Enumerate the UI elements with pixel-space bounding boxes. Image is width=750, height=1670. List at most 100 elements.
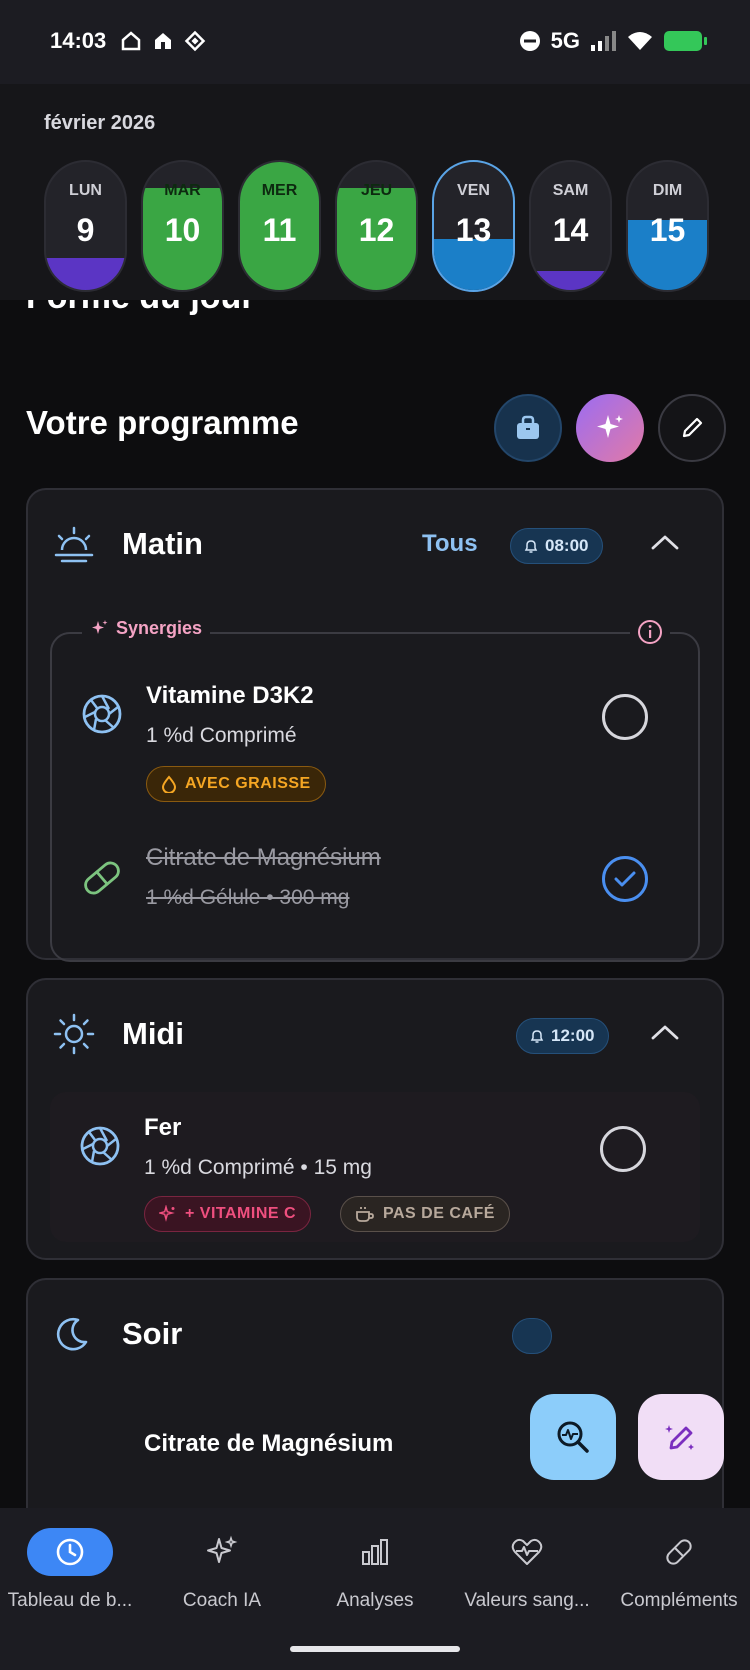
noon-time: 12:00 (551, 1026, 595, 1045)
noon-card: Midi 12:00 Fer 1 %d Comprimé • 15 mg + V… (26, 978, 724, 1260)
nav-icon-wrap (636, 1528, 722, 1576)
diamond-icon (184, 30, 206, 52)
nav-label: Analyses (336, 1590, 414, 1611)
supplement-name: Vitamine D3K2 (146, 682, 314, 709)
ai-suggest-button[interactable] (576, 394, 644, 462)
drop-icon (161, 775, 177, 793)
clock-icon (56, 1538, 84, 1566)
info-button[interactable] (630, 618, 670, 651)
nav-label: Valeurs sang... (464, 1590, 590, 1611)
sparkle-small-icon (159, 1205, 175, 1222)
day-pill-jeu[interactable]: JEU 12 (335, 160, 418, 292)
day-pill-ven[interactable]: VEN 13 (432, 160, 515, 292)
morning-title: Matin (122, 526, 203, 561)
status-system-icons: 5G (519, 28, 707, 54)
home-icon (121, 31, 141, 51)
supplement-name: Citrate de Magnésium (146, 844, 381, 871)
synergy-group: Synergies Vitamine D3K2 1 %d Comprimé AV… (50, 618, 702, 962)
day-label: MER (261, 182, 298, 199)
supplement-dose: 1 %d Gélule • 300 mg (146, 886, 350, 909)
heart-pulse-icon (511, 1538, 543, 1565)
home-indicator[interactable] (290, 1646, 460, 1652)
supplement-row: Fer 1 %d Comprimé • 15 mg + VITAMINE C P… (50, 1114, 700, 1244)
take-checkbox[interactable] (602, 694, 648, 740)
morning-card: Matin Tous 08:00 Synergies Vitamine D3K2… (26, 488, 724, 962)
bar-chart-icon (362, 1539, 388, 1565)
day-progress-fill (46, 258, 125, 290)
analysis-search-fab[interactable] (530, 1394, 616, 1480)
ai-write-fab[interactable] (638, 1394, 724, 1480)
nav-dashboard[interactable]: Tableau de b... (0, 1528, 145, 1612)
daily-form-title: Forme du jour (26, 300, 255, 317)
edit-program-button[interactable] (658, 394, 726, 462)
shop-button[interactable] (494, 394, 562, 462)
day-pill-mar[interactable]: MAR 10 (141, 160, 224, 292)
nav-icon-wrap (484, 1528, 570, 1576)
signal-icon (591, 31, 616, 51)
program-title: Votre programme (26, 404, 299, 441)
week-day-selector: LUN 9 MAR 10 MER 11 JEU 12 VEN 13 SAM 14 DIM 15 (44, 160, 709, 292)
take-checkbox-checked[interactable] (602, 856, 648, 902)
morning-time: 08:00 (545, 536, 589, 555)
coffee-cup-icon (356, 1207, 374, 1222)
nav-label: Compléments (620, 1590, 738, 1611)
bell-icon (530, 1030, 544, 1043)
day-label: JEU (360, 182, 393, 199)
supplement-item[interactable]: Citrate de Magnésium 1 %d Gélule • 300 m… (52, 844, 702, 934)
nav-blood-values[interactable]: Valeurs sang... (452, 1528, 602, 1612)
moon-icon (56, 1317, 88, 1351)
with-fat-tag: AVEC GRAISSE (146, 766, 326, 802)
nav-analyses[interactable]: Analyses (300, 1528, 450, 1612)
status-bar: 14:03 5G (0, 0, 750, 84)
day-progress-fill (531, 270, 610, 290)
day-number: 14 (552, 212, 589, 248)
noon-reminder-badge[interactable]: 12:00 (516, 1018, 610, 1054)
day-pill-sam[interactable]: SAM 14 (529, 160, 612, 292)
nav-coach-ai[interactable]: Coach IA (147, 1528, 297, 1612)
nav-label: Coach IA (182, 1590, 262, 1611)
main-content: Forme du jour Votre programme Matin Tous… (0, 300, 750, 1510)
search-pulse-icon (557, 1421, 589, 1453)
take-checkbox[interactable] (600, 1126, 646, 1172)
sparkle-icon (207, 1535, 238, 1563)
day-pill-lun[interactable]: LUN 9 (44, 160, 127, 292)
day-number: 15 (649, 212, 686, 248)
aperture-icon (80, 1126, 120, 1166)
supplement-name: Citrate de Magnésium (144, 1430, 394, 1457)
sunrise-icon (54, 526, 94, 563)
dnd-icon (519, 31, 540, 51)
day-pill-dim[interactable]: DIM 15 (626, 160, 709, 292)
info-icon (638, 620, 662, 644)
nav-supplements[interactable]: Compléments (604, 1528, 750, 1612)
nav-label: Tableau de b... (7, 1590, 133, 1611)
chevron-up-icon[interactable] (650, 1022, 680, 1042)
supplement-name: Fer (144, 1114, 182, 1141)
evening-reminder-badge[interactable] (512, 1318, 552, 1354)
day-pill-mer[interactable]: MER 11 (238, 160, 321, 292)
supplement-dose: 1 %d Comprimé • 15 mg (144, 1156, 372, 1179)
morning-reminder-badge[interactable]: 08:00 (510, 528, 604, 564)
nav-icon-wrap (179, 1528, 265, 1576)
day-label: DIM (652, 182, 683, 199)
synergy-label: Synergies (82, 618, 211, 639)
home-alt-icon (155, 33, 171, 49)
pencil-icon (682, 417, 703, 438)
day-number: 11 (262, 212, 297, 248)
network-type: 5G (550, 28, 580, 53)
supplement-item[interactable]: Vitamine D3K2 1 %d Comprimé AVEC GRAISSE (52, 682, 702, 812)
nav-active-indicator (27, 1528, 113, 1576)
sun-icon (53, 1013, 95, 1055)
evening-card: Soir Citrate de Magnésium (26, 1278, 724, 1510)
day-label: VEN (457, 182, 490, 199)
day-number: 10 (164, 212, 201, 248)
supplement-item[interactable]: Fer 1 %d Comprimé • 15 mg + VITAMINE C P… (50, 1092, 700, 1242)
day-number: 13 (455, 212, 492, 248)
sparkle-small-icon (92, 619, 108, 634)
bell-icon (524, 540, 538, 553)
evening-title: Soir (122, 1316, 183, 1351)
chevron-up-icon[interactable] (650, 532, 680, 552)
week-header: février 2026 LUN 9 MAR 10 MER 11 JEU 12 VEN 13 SAM… (0, 84, 750, 300)
sparkle-icon (597, 415, 623, 438)
check-all-button[interactable]: Tous (422, 530, 478, 558)
status-time: 14:03 (50, 28, 107, 53)
